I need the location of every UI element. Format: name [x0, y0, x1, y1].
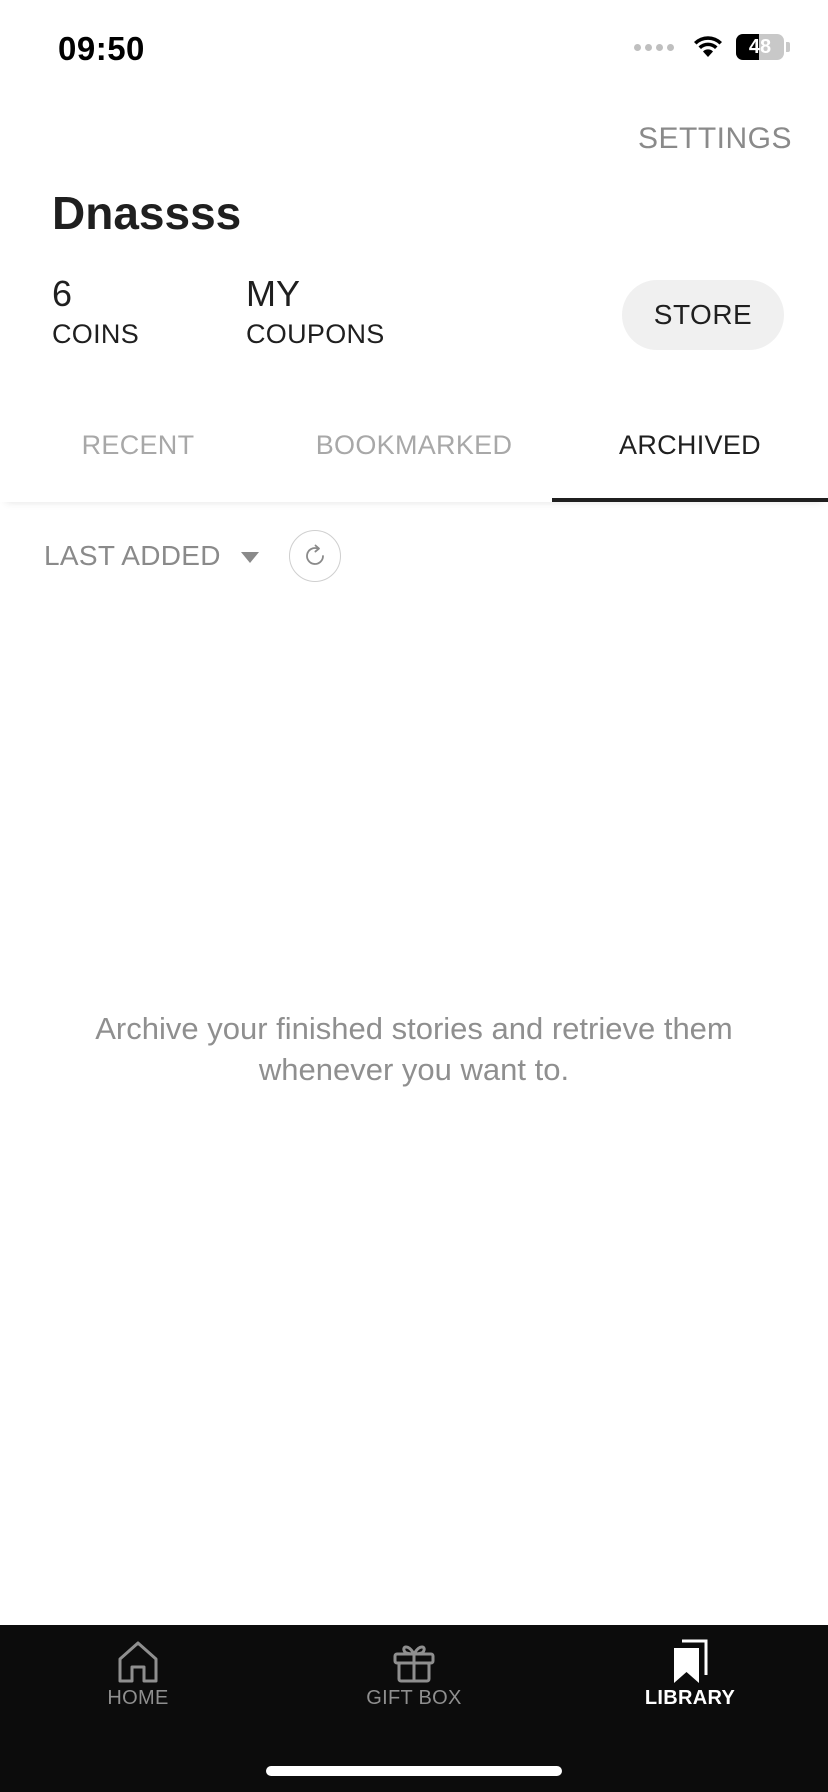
battery-icon: 48: [736, 34, 790, 60]
nav-library-label: LIBRARY: [644, 1687, 736, 1709]
battery-cap: [786, 42, 790, 52]
cellular-signal-icon: [634, 43, 674, 51]
store-button[interactable]: STORE: [622, 280, 784, 350]
nav-home[interactable]: HOME: [0, 1625, 276, 1735]
coupons-label: COUPONS: [246, 319, 385, 349]
nav-gift-box[interactable]: GIFT BOX: [276, 1625, 552, 1735]
nav-gift-box-label: GIFT BOX: [366, 1687, 462, 1709]
gift-icon: [393, 1645, 435, 1683]
my-coupons-link[interactable]: MY COUPONS: [246, 272, 385, 352]
nav-library[interactable]: LIBRARY: [552, 1625, 828, 1735]
home-indicator: [266, 1766, 562, 1776]
battery-text: 48: [748, 35, 772, 58]
library-tabs: RECENT BOOKMARKED ARCHIVED: [0, 400, 828, 502]
home-icon: [118, 1641, 158, 1683]
sort-dropdown[interactable]: LAST ADDED: [44, 540, 259, 572]
tab-recent[interactable]: RECENT: [0, 400, 276, 502]
bookmark-icon: [674, 1639, 708, 1683]
battery-level: 48: [736, 34, 784, 60]
coins-value: 6: [52, 273, 73, 314]
status-indicators: 48: [634, 34, 790, 60]
empty-state-message: Archive your finished stories and retrie…: [95, 1011, 733, 1087]
sort-selected-label: LAST ADDED: [44, 540, 221, 571]
app-screen: 09:50 48 SETTINGS Dnassss 6 COINS MY COU…: [0, 0, 828, 1792]
caret-down-icon: [240, 551, 259, 563]
tab-bookmarked[interactable]: BOOKMARKED: [276, 400, 552, 502]
bottom-navigation: HOME GIFT BOX LIBRARY: [0, 1625, 828, 1792]
status-time: 09:50: [58, 30, 145, 67]
coins-stat[interactable]: 6 COINS: [52, 272, 139, 352]
refresh-button[interactable]: [288, 530, 341, 582]
tab-archived[interactable]: ARCHIVED: [552, 400, 828, 502]
username: Dnassss: [52, 187, 242, 239]
refresh-icon: [305, 544, 324, 565]
settings-button[interactable]: SETTINGS: [638, 122, 792, 156]
nav-home-label: HOME: [107, 1687, 169, 1709]
status-bar: 09:50 48: [0, 0, 828, 100]
sort-row: LAST ADDED: [44, 530, 341, 582]
coupons-value: MY: [246, 273, 300, 314]
coins-label: COINS: [52, 319, 140, 349]
wifi-icon: [694, 36, 722, 57]
